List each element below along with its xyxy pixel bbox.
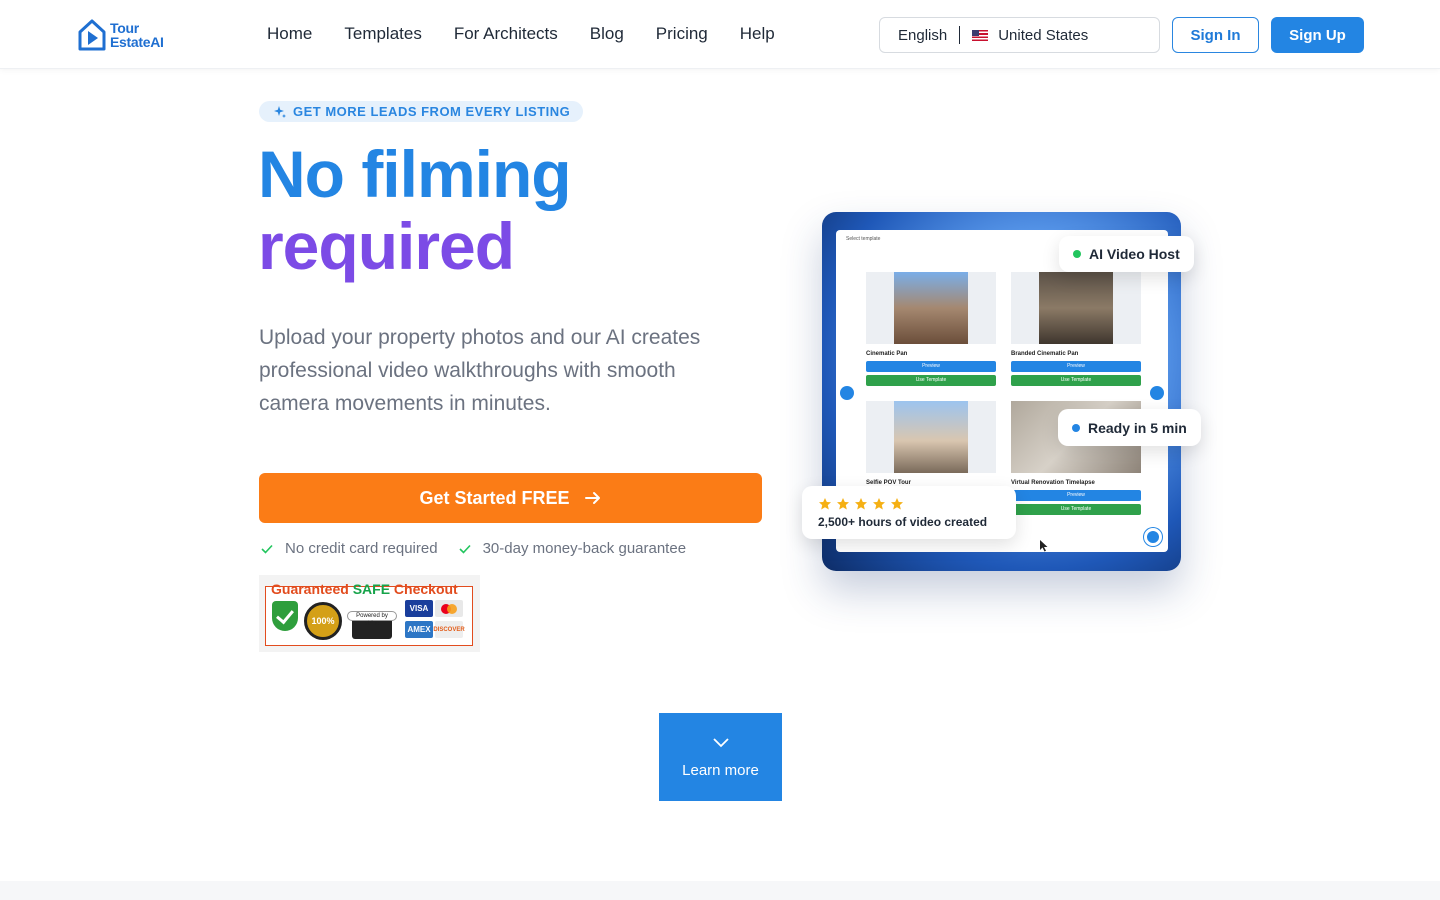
nav-help[interactable]: Help [740, 24, 775, 44]
language-label[interactable]: English [898, 27, 947, 44]
hero-title: No filming required [258, 137, 572, 283]
nav-blog[interactable]: Blog [590, 24, 624, 44]
template-tile: Cinematic Pan Preview Use Template [866, 272, 996, 386]
template-tile: Branded Cinematic Pan Preview Use Templa… [1011, 272, 1141, 386]
template-thumb [866, 401, 996, 473]
carousel-next-icon [1150, 386, 1164, 400]
chevron-down-icon [712, 737, 729, 747]
safe-checkout-badge: Guaranteed SAFE Checkout 100% Powered by… [259, 575, 480, 652]
template-name: Branded Cinematic Pan [1011, 351, 1079, 357]
template-thumb [866, 272, 996, 344]
arrow-right-icon [584, 492, 600, 504]
template-thumb [1011, 272, 1141, 344]
badge-title: Guaranteed SAFE Checkout [271, 581, 458, 597]
main-nav: Home Templates For Architects Blog Prici… [267, 24, 775, 44]
mastercard-icon [435, 600, 463, 617]
check-icon [261, 544, 273, 554]
rating-badge: 2,500+ hours of video created [802, 486, 1016, 539]
ready-time-badge: Ready in 5 min [1058, 409, 1201, 446]
use-template-button: Use Template [1011, 375, 1141, 386]
hours-created-label: 2,500+ hours of video created [818, 514, 988, 529]
template-name: Virtual Renovation Timelapse [1011, 480, 1095, 486]
discover-card-icon: DISCOVER [433, 621, 465, 638]
hero-title-line-2: required [258, 209, 515, 283]
sparkle-icon [274, 105, 286, 118]
ai-video-host-badge: AI Video Host [1059, 236, 1194, 272]
carousel-prev-icon [840, 386, 854, 400]
visa-card-icon: VISA [405, 600, 433, 617]
preview-button: Preview [866, 361, 996, 372]
sign-up-button[interactable]: Sign Up [1271, 17, 1364, 53]
star-icon [873, 497, 885, 509]
nav-templates[interactable]: Templates [344, 24, 421, 44]
nav-pricing[interactable]: Pricing [656, 24, 708, 44]
hero-subtitle: Upload your property photos and our AI c… [259, 326, 701, 415]
shield-check-icon [272, 601, 298, 631]
hero-title-line-1: No filming [258, 137, 572, 211]
get-started-button[interactable]: Get Started FREE [259, 473, 762, 523]
hero-pill-text: GET MORE LEADS FROM EVERY LISTING [293, 104, 571, 119]
thumb-image [894, 401, 968, 473]
star-icon [819, 497, 831, 509]
rating-stars [818, 497, 904, 511]
badge-title-b: SAFE [352, 581, 391, 597]
ready-time-label: Ready in 5 min [1088, 419, 1187, 436]
logo-line-2: EstateAI [110, 34, 164, 50]
mouse-cursor-icon [1040, 540, 1048, 552]
badge-title-a: Guaranteed [271, 581, 353, 597]
locale-divider [959, 26, 961, 44]
check-item-text: 30-day money-back guarantee [482, 540, 687, 557]
learn-more-button[interactable]: Learn more [659, 713, 782, 801]
status-dot [1073, 250, 1081, 258]
star-icon [855, 497, 867, 509]
stripe-label: Powered by stripe [347, 611, 397, 627]
nav-home[interactable]: Home [267, 24, 312, 44]
get-started-label: Get Started FREE [419, 487, 570, 508]
check-item: 30-day money-back guarantee [458, 540, 686, 557]
house-play-icon [78, 19, 106, 51]
badge-title-c: Checkout [390, 581, 458, 597]
check-icon [459, 544, 471, 554]
use-template-button: Use Template [1011, 504, 1141, 515]
chat-bubble-icon [1144, 528, 1162, 546]
check-item: No credit card required [260, 540, 438, 557]
next-section-band [0, 881, 1440, 900]
status-dot [1072, 423, 1080, 432]
use-template-button: Use Template [866, 375, 996, 386]
amex-card-icon: AMEX [405, 621, 433, 638]
preview-button: Preview [1011, 361, 1141, 372]
sign-in-button[interactable]: Sign In [1172, 17, 1259, 53]
hero-pill: GET MORE LEADS FROM EVERY LISTING [259, 101, 584, 122]
guarantee-seal: 100% [304, 602, 342, 640]
preview-button: Preview [1011, 490, 1141, 501]
locale-selector[interactable]: English United States [879, 17, 1160, 53]
thumb-image [894, 272, 968, 344]
site-header: Tour EstateAI Home Templates For Archite… [0, 0, 1440, 69]
star-icon [891, 497, 903, 509]
ai-video-host-label: AI Video Host [1089, 246, 1180, 262]
hero-checks: No credit card required 30-day money-bac… [260, 540, 686, 557]
logo-line-1: Tour [110, 20, 139, 36]
check-item-text: No credit card required [285, 540, 438, 557]
logo-text: Tour EstateAI [110, 21, 164, 49]
nav-for-architects[interactable]: For Architects [454, 24, 558, 44]
template-tile: Selfie POV Tour [866, 401, 996, 490]
star-icon [837, 497, 849, 509]
template-name: Cinematic Pan [866, 351, 908, 357]
learn-more-label: Learn more [682, 761, 759, 779]
us-flag-icon [972, 29, 989, 41]
thumb-image [1039, 272, 1113, 344]
country-label[interactable]: United States [998, 27, 1088, 44]
logo[interactable]: Tour EstateAI [77, 18, 164, 52]
